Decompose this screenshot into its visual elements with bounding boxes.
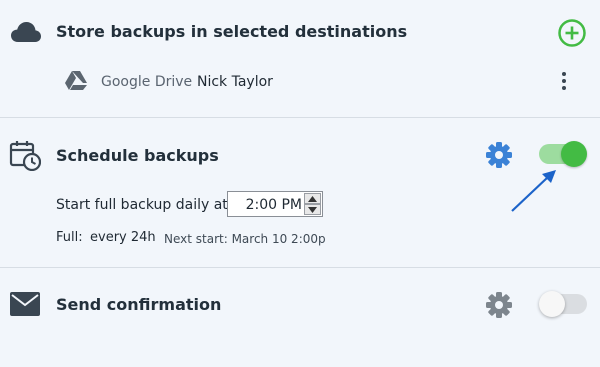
calendar-clock-icon xyxy=(9,141,41,171)
start-time-input[interactable]: 2:00 PM xyxy=(227,191,323,217)
schedule-title: Schedule backups xyxy=(56,146,219,165)
toggle-knob xyxy=(539,291,565,317)
confirmation-toggle[interactable] xyxy=(539,291,587,317)
time-decrement-button[interactable] xyxy=(304,204,321,215)
add-destination-icon[interactable] xyxy=(557,18,587,48)
envelope-icon xyxy=(10,292,40,316)
divider xyxy=(0,117,600,118)
time-increment-button[interactable] xyxy=(304,193,321,204)
toggle-knob xyxy=(561,141,587,167)
schedule-settings-gear-icon[interactable] xyxy=(484,140,514,170)
cloud-icon xyxy=(11,22,41,42)
full-value: every 24h xyxy=(90,230,156,245)
destination-service: Google Drive xyxy=(101,74,193,90)
schedule-toggle[interactable] xyxy=(539,141,587,167)
full-label: Full: xyxy=(56,230,83,245)
destination-account: Nick Taylor xyxy=(197,74,273,90)
divider xyxy=(0,267,600,268)
next-start-text: Next start: March 10 2:00p xyxy=(164,232,326,246)
start-backup-label: Start full backup daily at xyxy=(56,197,228,213)
chevron-up-icon xyxy=(308,196,317,202)
arrow-annotation-icon xyxy=(511,170,556,212)
google-drive-icon xyxy=(65,71,87,90)
confirmation-settings-gear-icon[interactable] xyxy=(484,290,514,320)
confirmation-title: Send confirmation xyxy=(56,295,222,314)
chevron-down-icon xyxy=(308,207,317,213)
start-time-value: 2:00 PM xyxy=(245,197,302,213)
destination-menu-icon[interactable] xyxy=(558,70,570,92)
destinations-title: Store backups in selected destinations xyxy=(56,22,408,41)
